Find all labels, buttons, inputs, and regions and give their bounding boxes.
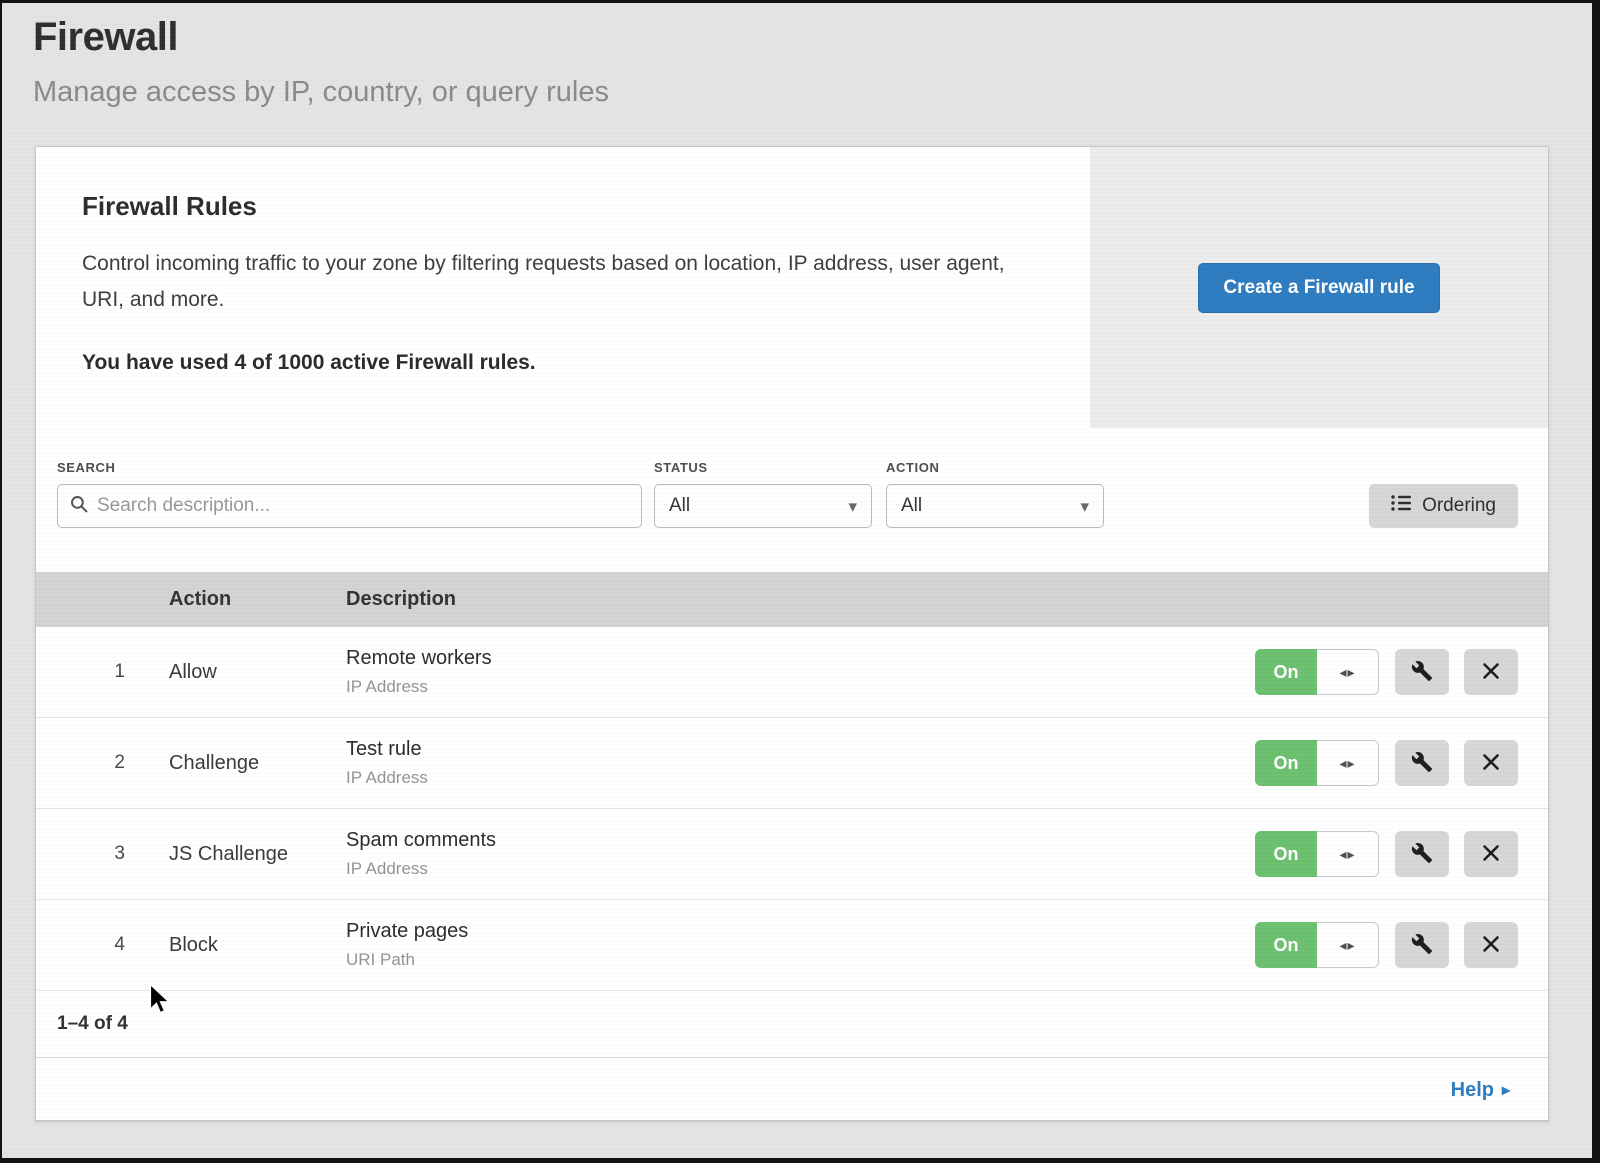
status-select[interactable]: All ▾ (654, 484, 872, 528)
rule-index: 2 (36, 752, 169, 774)
create-firewall-rule-button[interactable]: Create a Firewall rule (1198, 263, 1439, 313)
rule-action: Allow (169, 661, 346, 684)
rule-index: 4 (36, 934, 169, 956)
toggle-handle-icon[interactable]: ◂▸ (1317, 649, 1379, 695)
status-selected-value: All (669, 495, 690, 517)
rule-title: Remote workers (346, 647, 1255, 670)
rule-enabled-toggle[interactable]: On ◂▸ (1255, 649, 1379, 695)
action-select[interactable]: All ▾ (886, 484, 1104, 528)
cta-panel: Create a Firewall rule (1090, 147, 1548, 428)
arrow-right-icon: ▸ (1502, 1080, 1510, 1100)
help-link[interactable]: Help ▸ (1451, 1079, 1510, 1102)
delete-rule-button[interactable] (1464, 831, 1518, 877)
toggle-on-label[interactable]: On (1255, 831, 1317, 877)
rule-field-type: IP Address (346, 768, 1255, 788)
action-filter-group: ACTION All ▾ (886, 460, 1104, 528)
rule-controls: On ◂▸ (1255, 740, 1548, 786)
page-subtitle: Manage access by IP, country, or query r… (33, 76, 1592, 109)
toggle-handle-icon[interactable]: ◂▸ (1317, 831, 1379, 877)
rule-description-cell: Private pages URI Path (346, 920, 1255, 970)
filters-bar: SEARCH STATUS All ▾ ACTION All (36, 428, 1548, 528)
table-row: 3 JS Challenge Spam comments IP Address … (36, 809, 1548, 900)
ordering-button-label: Ordering (1422, 495, 1496, 517)
search-box[interactable] (57, 484, 642, 528)
delete-rule-button[interactable] (1464, 649, 1518, 695)
rule-index: 3 (36, 843, 169, 865)
pagination-row: 1–4 of 4 (36, 991, 1548, 1057)
intro-text-block: Firewall Rules Control incoming traffic … (36, 147, 1090, 428)
description-column-header: Description (346, 588, 1548, 611)
ordered-list-icon (1391, 494, 1411, 518)
toggle-on-label[interactable]: On (1255, 740, 1317, 786)
edit-rule-button[interactable] (1395, 649, 1449, 695)
table-header: Action Description (36, 572, 1548, 627)
rule-action: Challenge (169, 752, 346, 775)
chevron-down-icon: ▾ (848, 498, 857, 515)
wrench-icon (1411, 751, 1433, 776)
card-heading: Firewall Rules (82, 191, 1030, 222)
rule-action: Block (169, 934, 346, 957)
table-row: 4 Block Private pages URI Path On ◂▸ (36, 900, 1548, 991)
table-row: 2 Challenge Test rule IP Address On ◂▸ (36, 718, 1548, 809)
rule-field-type: IP Address (346, 677, 1255, 697)
help-link-label: Help (1451, 1079, 1494, 1102)
rule-index: 1 (36, 661, 169, 683)
rule-controls: On ◂▸ (1255, 922, 1548, 968)
wrench-icon (1411, 842, 1433, 867)
toggle-on-label[interactable]: On (1255, 649, 1317, 695)
wrench-icon (1411, 933, 1433, 958)
rule-description-cell: Remote workers IP Address (346, 647, 1255, 697)
action-selected-value: All (901, 495, 922, 517)
firewall-rules-card: Firewall Rules Control incoming traffic … (35, 146, 1549, 1121)
rule-title: Private pages (346, 920, 1255, 943)
search-input[interactable] (97, 495, 629, 517)
delete-rule-button[interactable] (1464, 922, 1518, 968)
action-label: ACTION (886, 460, 1104, 475)
rule-title: Test rule (346, 738, 1255, 761)
search-icon (70, 495, 88, 518)
close-icon (1481, 934, 1501, 957)
status-label: STATUS (654, 460, 872, 475)
card-intro-section: Firewall Rules Control incoming traffic … (36, 147, 1548, 428)
edit-rule-button[interactable] (1395, 922, 1449, 968)
chevron-down-icon: ▾ (1080, 498, 1089, 515)
search-filter-group: SEARCH (57, 460, 642, 528)
search-label: SEARCH (57, 460, 642, 475)
rule-enabled-toggle[interactable]: On ◂▸ (1255, 740, 1379, 786)
toggle-handle-icon[interactable]: ◂▸ (1317, 740, 1379, 786)
rule-enabled-toggle[interactable]: On ◂▸ (1255, 831, 1379, 877)
close-icon (1481, 752, 1501, 775)
ordering-button[interactable]: Ordering (1369, 484, 1518, 528)
rules-usage-text: You have used 4 of 1000 active Firewall … (82, 351, 1030, 375)
status-filter-group: STATUS All ▾ (654, 460, 872, 528)
rule-description-cell: Test rule IP Address (346, 738, 1255, 788)
rule-action: JS Challenge (169, 843, 346, 866)
page-background: Firewall Manage access by IP, country, o… (2, 3, 1592, 1158)
rule-controls: On ◂▸ (1255, 831, 1548, 877)
card-description: Control incoming traffic to your zone by… (82, 246, 1030, 317)
rule-title: Spam comments (346, 829, 1255, 852)
action-column-header: Action (169, 588, 346, 611)
rule-field-type: IP Address (346, 859, 1255, 879)
close-icon (1481, 661, 1501, 684)
pagination-status: 1–4 of 4 (57, 1013, 128, 1035)
rule-controls: On ◂▸ (1255, 649, 1548, 695)
page-header: Firewall Manage access by IP, country, o… (2, 3, 1592, 109)
toggle-on-label[interactable]: On (1255, 922, 1317, 968)
table-row: 1 Allow Remote workers IP Address On ◂▸ (36, 627, 1548, 718)
delete-rule-button[interactable] (1464, 740, 1518, 786)
close-icon (1481, 843, 1501, 866)
help-row: Help ▸ (36, 1057, 1548, 1122)
rule-description-cell: Spam comments IP Address (346, 829, 1255, 879)
wrench-icon (1411, 660, 1433, 685)
rule-field-type: URI Path (346, 950, 1255, 970)
edit-rule-button[interactable] (1395, 831, 1449, 877)
edit-rule-button[interactable] (1395, 740, 1449, 786)
page-title: Firewall (33, 15, 1592, 60)
toggle-handle-icon[interactable]: ◂▸ (1317, 922, 1379, 968)
rule-enabled-toggle[interactable]: On ◂▸ (1255, 922, 1379, 968)
